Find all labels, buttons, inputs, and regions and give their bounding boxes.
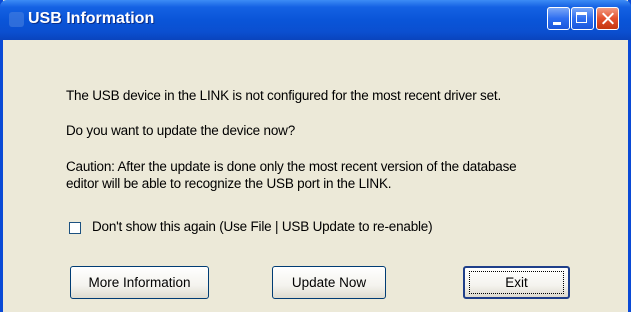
dont-show-again-checkbox[interactable] — [69, 222, 81, 234]
maximize-icon[interactable] — [571, 7, 594, 30]
message-update-question: Do you want to update the device now? — [66, 123, 296, 138]
message-not-configured: The USB device in the LINK is not config… — [66, 88, 502, 103]
minimize-icon[interactable] — [547, 7, 570, 30]
title-bar[interactable]: USB Information — [0, 0, 631, 40]
update-now-button[interactable]: Update Now — [272, 266, 386, 299]
exit-button[interactable]: Exit — [463, 266, 570, 299]
caution-line-1: Caution: After the update is done only t… — [66, 159, 517, 174]
exit-button-label: Exit — [505, 275, 528, 290]
app-icon — [9, 12, 24, 27]
message-caution: Caution: After the update is done only t… — [66, 158, 626, 192]
dont-show-again-label[interactable]: Don't show this again (Use File | USB Up… — [92, 219, 433, 234]
window-title: USB Information — [28, 10, 155, 27]
usb-information-dialog: USB Information The USB device in the LI… — [0, 0, 631, 312]
close-icon[interactable] — [596, 7, 619, 30]
caution-line-2: editor will be able to recognize the USB… — [66, 176, 392, 191]
more-information-button[interactable]: More Information — [70, 266, 209, 299]
